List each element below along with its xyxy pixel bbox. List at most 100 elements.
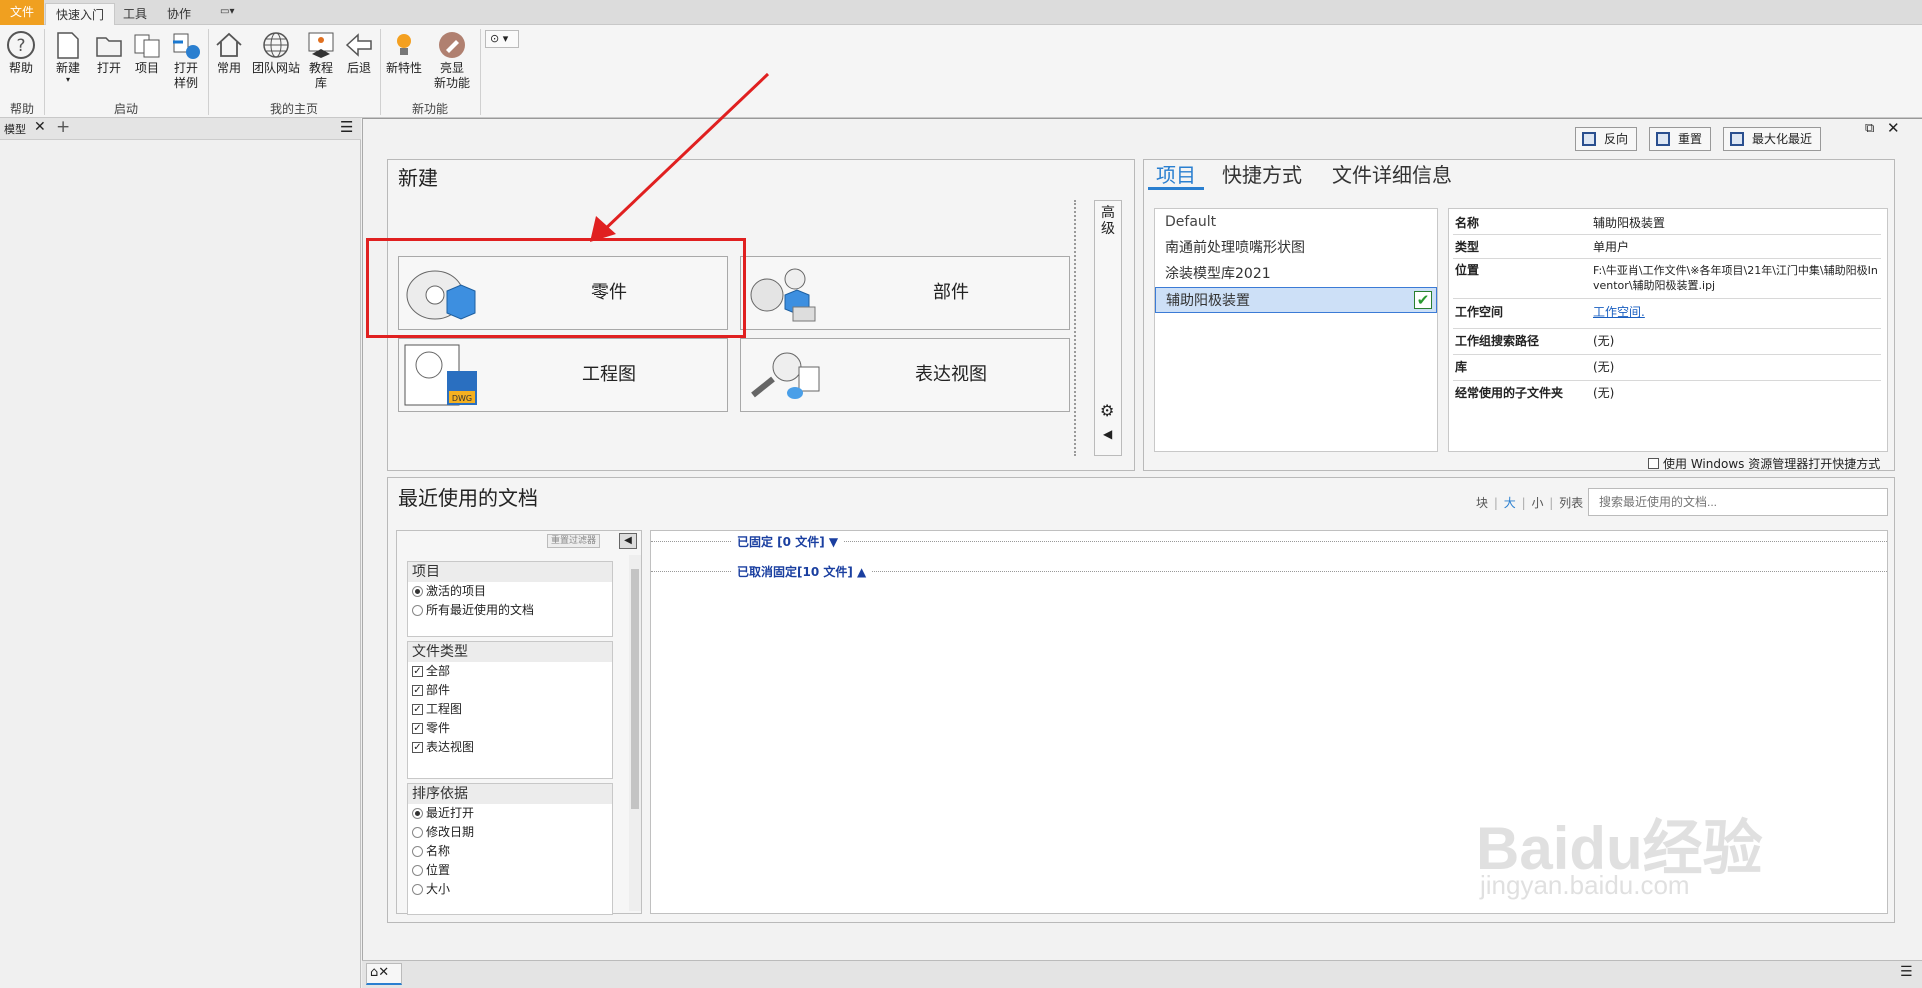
view-block-link[interactable]: 块 — [1476, 496, 1488, 510]
reset-icon — [1656, 132, 1670, 146]
radio-recent-open[interactable]: 最近打开 — [408, 804, 612, 823]
home-tab[interactable]: ⌂✕ — [366, 963, 402, 985]
checkbox-presentation[interactable]: ✓ 表达视图 — [408, 738, 612, 757]
project-item[interactable]: Default — [1155, 209, 1437, 235]
collapse-filter-icon[interactable]: ◀ — [619, 533, 637, 549]
recent-title: 最近使用的文档 — [398, 486, 538, 510]
project-item[interactable]: 南通前处理喷嘴形状图 — [1155, 235, 1437, 261]
view-large-link[interactable]: 大 — [1504, 496, 1516, 510]
add-tab-icon[interactable]: + — [56, 117, 70, 137]
ribbon-tab-bar: 文件 快速入门 工具 协作 ▭▾ — [0, 0, 1922, 25]
collapse-left-icon[interactable]: ◀ — [1103, 427, 1112, 441]
checkbox-assembly[interactable]: ✓ 部件 — [408, 681, 612, 700]
projects-button[interactable]: 项目 — [130, 29, 164, 76]
recent-documents-panel: 最近使用的文档 块 | 大 | 小 | 列表 重置过滤器 ◀ 项目 激活的项目 … — [387, 477, 1895, 923]
tab-projects[interactable]: 项目 — [1148, 160, 1204, 190]
open-button[interactable]: 打开 — [92, 29, 126, 76]
restore-window-icon[interactable]: ⧉ — [1865, 121, 1874, 136]
globe-icon — [260, 29, 292, 61]
tab-shortcuts[interactable]: 快捷方式 — [1222, 160, 1302, 190]
radio-location[interactable]: 位置 — [408, 861, 612, 880]
detail-row: 经常使用的子文件夹 (无) — [1455, 386, 1615, 400]
checkmark-icon: ✔ — [1414, 291, 1432, 309]
open-samples-button[interactable]: 打开 样例 — [168, 29, 204, 91]
help-button[interactable]: ? 帮助 — [4, 29, 38, 76]
detail-row: 名称 辅助阳极装置 — [1453, 211, 1881, 235]
checkbox-drawing[interactable]: ✓ 工程图 — [408, 700, 612, 719]
tab-tools[interactable]: 工具 — [113, 3, 157, 25]
checkbox[interactable] — [1648, 458, 1659, 469]
radio-active-project[interactable]: 激活的项目 — [408, 582, 612, 601]
recent-search-input[interactable] — [1588, 488, 1888, 516]
radio-modified[interactable]: 修改日期 — [408, 823, 612, 842]
windows-explorer-option[interactable]: 使用 Windows 资源管理器打开快捷方式 — [1648, 455, 1880, 472]
reset-filter-button[interactable]: 重置过滤器 — [547, 534, 601, 548]
tab-collab[interactable]: 协作 — [157, 3, 201, 25]
part-icon — [406, 270, 476, 320]
detail-row: 工作空间 工作空间. — [1453, 299, 1881, 329]
new-drawing-button[interactable]: DWG 工程图 — [398, 338, 728, 412]
team-web-button[interactable]: 团队网站 — [250, 29, 302, 76]
model-browser-panel: 模型 ✕ + ☰ — [0, 117, 361, 988]
checkbox-all[interactable]: ✓ 全部 — [408, 662, 612, 681]
back-button[interactable]: 后退 — [342, 29, 376, 76]
home-icon — [213, 29, 245, 61]
customize-dropdown-icon[interactable]: ▭▾ — [216, 5, 238, 21]
presentation-icon — [751, 352, 820, 399]
drawing-icon: DWG — [404, 344, 477, 406]
new-button[interactable]: 新建 ▾ — [50, 29, 86, 84]
radio-all-recent[interactable]: 所有最近使用的文档 — [408, 601, 612, 620]
back-arrow-icon — [343, 29, 375, 61]
help-icon: ? — [5, 29, 37, 61]
home-page: 反向 重置 最大化最近 ⧉ ✕ 新建 零件 部件 DWG 工程图 表达视图 高级… — [362, 118, 1922, 960]
checkbox-part[interactable]: ✓ 零件 — [408, 719, 612, 738]
project-item-active[interactable]: 辅助阳极装置 ✔ — [1155, 287, 1437, 313]
gear-icon[interactable]: ⚙ — [1100, 401, 1114, 420]
tab-file[interactable]: 文件 — [0, 0, 45, 25]
maximize-recent-button[interactable]: 最大化最近 — [1723, 127, 1822, 151]
open-samples-icon — [170, 29, 202, 61]
tutorial-icon — [305, 29, 337, 61]
view-list-link[interactable]: 列表 — [1559, 496, 1583, 510]
detail-row: 库 (无) — [1453, 355, 1881, 381]
tab-quickstart[interactable]: 快速入门 — [45, 3, 116, 25]
advanced-panel-toggle[interactable]: 高级 ⚙ ◀ — [1094, 200, 1122, 456]
tab-file-details[interactable]: 文件详细信息 — [1332, 160, 1452, 190]
new-presentation-button[interactable]: 表达视图 — [740, 338, 1070, 412]
workspace-link[interactable]: 工作空间. — [1593, 299, 1645, 325]
close-icon[interactable]: ✕ — [1887, 119, 1900, 137]
filter-sort-group: 排序依据 最近打开 修改日期 名称 位置 大小 — [407, 783, 613, 915]
menu-icon[interactable]: ☰ — [1900, 964, 1913, 980]
folder-icon — [93, 29, 125, 61]
new-features-button[interactable]: 新特性 — [384, 29, 424, 76]
radio-name[interactable]: 名称 — [408, 842, 612, 861]
tutorial-button[interactable]: 教程 库 — [304, 29, 338, 91]
reset-button[interactable]: 重置 — [1649, 127, 1712, 151]
unpinned-group-header[interactable]: 已取消固定[10 文件] ▲ — [731, 563, 873, 580]
splitter[interactable] — [1074, 200, 1076, 456]
highlight-new-button[interactable]: 亮显 新功能 — [430, 29, 474, 91]
menu-icon[interactable]: ☰ — [340, 118, 353, 136]
new-assembly-button[interactable]: 部件 — [740, 256, 1070, 330]
panel-dropdown-icon[interactable]: ⊙ ▾ — [485, 30, 519, 48]
new-part-button[interactable]: 零件 — [398, 256, 728, 330]
detail-row: 工作组搜索路径 (无) — [1453, 329, 1881, 355]
detail-row: 位置 F:\牛亚肖\工作文件\※各年项目\21年\江门中集\辅助阳极Invento… — [1453, 259, 1881, 299]
svg-text:DWG: DWG — [452, 394, 472, 403]
highlight-icon — [436, 29, 468, 61]
radio-size[interactable]: 大小 — [408, 880, 612, 899]
reverse-button[interactable]: 反向 — [1575, 127, 1638, 151]
tab-model[interactable]: 模型 — [4, 121, 26, 137]
view-small-link[interactable]: 小 — [1531, 496, 1543, 510]
filter-type-group: 文件类型 ✓ 全部 ✓ 部件 ✓ 工程图 ✓ 零件 ✓ 表达视图 — [407, 641, 613, 779]
scrollbar[interactable] — [629, 555, 641, 911]
project-item[interactable]: 涂装模型库2021 — [1155, 261, 1437, 287]
maximize-icon — [1730, 132, 1744, 146]
filter-sidebar: 重置过滤器 ◀ 项目 激活的项目 所有最近使用的文档 文件类型 ✓ 全部 ✓ 部件 … — [396, 530, 642, 915]
new-panel-title: 新建 — [398, 166, 438, 190]
detail-row: 类型 单用户 — [1453, 235, 1881, 259]
new-document-icon — [52, 29, 84, 61]
close-icon[interactable]: ✕ — [34, 119, 46, 135]
pinned-group-header[interactable]: 已固定 [0 文件] ▼ — [731, 533, 845, 550]
home-button[interactable]: 常用 — [212, 29, 246, 76]
